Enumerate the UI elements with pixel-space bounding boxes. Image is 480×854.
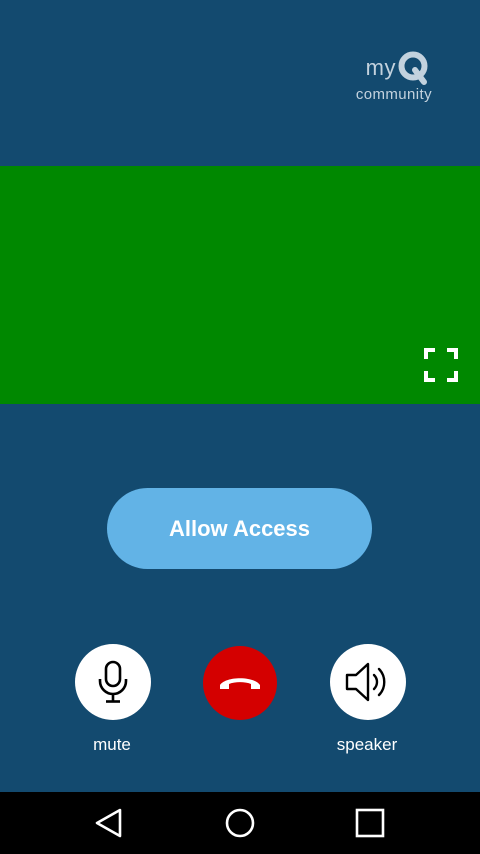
phone-hangup-icon: [220, 678, 260, 689]
intercom-call-screen: my community Allow Access mute speaker: [0, 0, 480, 854]
home-circle-icon[interactable]: [223, 806, 257, 840]
microphone-icon: [98, 660, 128, 703]
mute-button[interactable]: [75, 644, 151, 720]
recent-apps-square-icon[interactable]: [353, 806, 387, 840]
speaker-icon: [345, 662, 386, 702]
logo-wordmark: my: [366, 50, 428, 86]
q-logo-icon: [398, 51, 428, 85]
video-feed: [0, 166, 480, 404]
hang-up-button[interactable]: [203, 646, 277, 720]
mute-label: mute: [93, 735, 131, 754]
allow-access-button[interactable]: Allow Access: [107, 488, 372, 569]
speaker-label: speaker: [336, 735, 398, 754]
logo-brand-prefix: my: [365, 55, 396, 80]
speaker-button[interactable]: [330, 644, 406, 720]
back-triangle-icon[interactable]: [92, 806, 126, 840]
logo-subtitle: community: [355, 86, 432, 103]
system-navigation-bar: [0, 792, 480, 854]
myq-community-logo: my community: [340, 50, 432, 106]
fullscreen-icon[interactable]: [424, 348, 458, 382]
